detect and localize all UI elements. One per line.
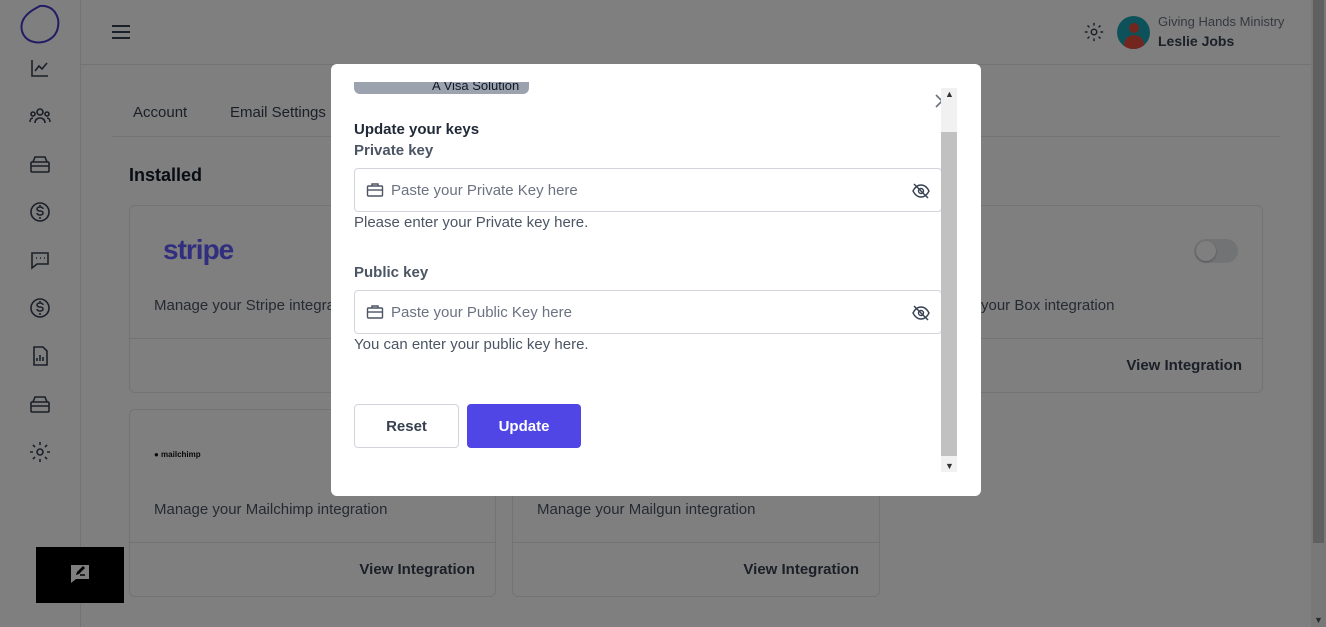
public-key-help: You can enter your public key here. [354,336,589,353]
briefcase-icon [366,305,384,319]
scroll-up-arrow-icon[interactable]: ▲ [945,89,954,99]
private-key-field [354,168,942,212]
briefcase-icon [366,183,384,197]
eye-off-icon[interactable] [911,303,931,323]
public-key-field [354,290,942,334]
public-key-input[interactable] [391,301,891,323]
brand-tagline: A Visa Solution [432,82,520,93]
private-key-label: Private key [354,142,434,159]
private-key-input[interactable] [391,179,891,201]
update-keys-modal: A Visa Solution Update your keys Private… [331,64,981,496]
public-key-label: Public key [354,264,429,281]
eye-off-icon[interactable] [911,181,931,201]
reset-button[interactable]: Reset [354,404,459,448]
modal-scrollbar[interactable]: ▲ ▼ [941,88,957,472]
brand-header-bar: A Visa Solution [354,82,529,94]
modal-scrollbar-thumb[interactable] [941,132,957,456]
private-key-help: Please enter your Private key here. [354,214,589,231]
update-button[interactable]: Update [467,404,581,448]
scroll-down-arrow-icon[interactable]: ▼ [945,461,954,471]
modal-title: Update your keys [354,121,480,138]
